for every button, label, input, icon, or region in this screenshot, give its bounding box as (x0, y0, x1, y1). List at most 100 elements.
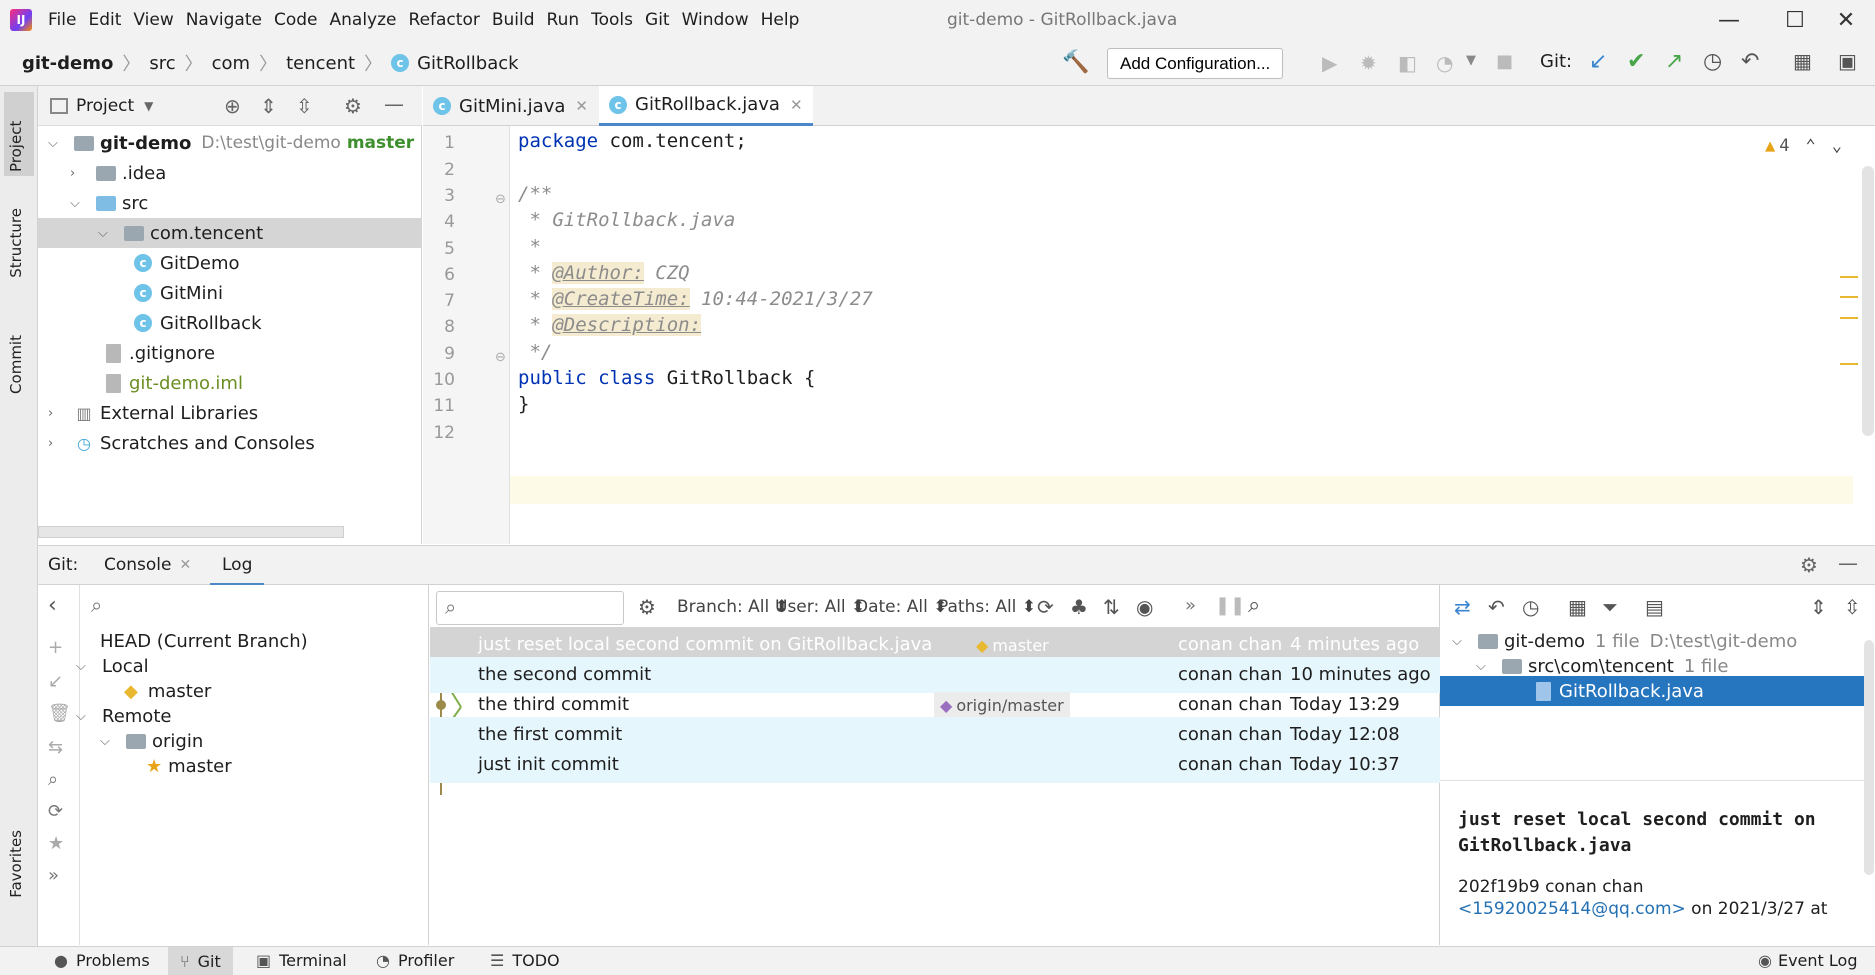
chevron-down-icon[interactable]: ⌵ (48, 136, 62, 151)
tool-tab-favorites[interactable]: Favorites (4, 826, 28, 902)
rollback-icon[interactable]: ↶ (1488, 595, 1505, 619)
git-push-icon[interactable]: ↗ (1665, 49, 1683, 74)
commit-row[interactable]: just init commit conan chan Today 10:37 (430, 747, 1440, 783)
project-view-selector[interactable]: Project (76, 96, 134, 116)
log-search-input[interactable]: ⌕ (436, 591, 624, 625)
tab-gitmini[interactable]: c GitMini.java ✕ (423, 86, 598, 126)
filter-date[interactable]: Date: All ⬍ (855, 597, 948, 617)
add-icon[interactable]: + (48, 637, 63, 658)
git-rollback-icon[interactable]: ↶ (1741, 49, 1759, 74)
maximize-icon[interactable]: ☐ (1766, 0, 1824, 40)
collapse-all-icon[interactable]: ⇳ (1844, 595, 1861, 619)
tab-gitrollback[interactable]: c GitRollback.java ✕ (599, 86, 813, 126)
commit-author-email[interactable]: <15920025414@qq.com> (1458, 899, 1686, 919)
horizontal-scrollbar[interactable] (38, 526, 344, 538)
more-icon[interactable]: » (48, 865, 59, 886)
changed-file[interactable]: GitRollback.java (1440, 676, 1865, 706)
status-event-log[interactable]: ◉ Event Log (1758, 951, 1857, 970)
diff-icon[interactable]: ⇄ (1454, 595, 1471, 619)
fold-icon[interactable]: ⊖ (495, 192, 506, 207)
menu-file[interactable]: File (48, 10, 76, 30)
project-structure-icon[interactable]: ▦ (1793, 49, 1812, 73)
run-dropdown-icon[interactable]: ▼ (1466, 53, 1476, 68)
chevron-up-icon[interactable]: ⌃ (1806, 136, 1816, 156)
menu-git[interactable]: Git (645, 10, 670, 30)
status-terminal[interactable]: ▣ Terminal (256, 951, 347, 970)
search-icon[interactable]: ⌕ (1248, 593, 1260, 618)
status-profiler[interactable]: ◔ Profiler (376, 951, 454, 970)
stop-icon[interactable]: ■ (1496, 51, 1513, 72)
expand-all-icon[interactable]: ⇕ (1810, 595, 1827, 619)
filter-user[interactable]: User: All ⬍ (775, 597, 865, 617)
chevron-down-icon[interactable]: ⌵ (76, 659, 90, 674)
more-icon[interactable]: » (1185, 595, 1196, 616)
chevron-down-icon[interactable]: ⌵ (100, 734, 114, 749)
chevron-right-icon[interactable]: › (48, 406, 62, 421)
code-editor[interactable]: package com.tencent; /** * GitRollback.j… (510, 126, 1874, 544)
expand-all-icon[interactable]: ⇕ (260, 94, 277, 118)
git-update-icon[interactable]: ↙ (1589, 49, 1607, 74)
gear-icon[interactable]: ⚙ (344, 94, 362, 118)
git-history-icon[interactable]: ◷ (1703, 49, 1722, 74)
chevron-right-icon[interactable]: › (70, 166, 84, 181)
error-stripe-mark[interactable] (1840, 317, 1858, 319)
error-stripe-mark[interactable] (1840, 296, 1858, 298)
tree-item-idea[interactable]: › .idea (70, 158, 166, 188)
branch-search-input[interactable]: ⌕ (81, 589, 427, 623)
close-tab-icon[interactable]: ✕ (790, 96, 803, 114)
close-tab-icon[interactable]: ✕ (575, 97, 588, 115)
error-stripe-mark[interactable] (1840, 363, 1858, 365)
chevron-left-icon[interactable]: ‹ (48, 593, 57, 618)
debug-icon[interactable]: ✹ (1360, 51, 1377, 75)
terminal-toolbar-icon[interactable]: ▣ (1838, 49, 1857, 73)
close-tab-icon[interactable]: ✕ (180, 557, 192, 573)
chevron-down-icon[interactable]: ▼ (144, 99, 153, 113)
git-commit-icon[interactable]: ✔ (1627, 49, 1645, 74)
error-stripe-mark[interactable] (1840, 276, 1858, 278)
breadcrumb-tencent[interactable]: tencent (286, 53, 355, 74)
tree-root[interactable]: ⌵ git-demo D:\test\git-demo master (48, 128, 414, 158)
gear-icon[interactable]: ⚙ (638, 595, 656, 619)
status-todo[interactable]: ☰ TODO (490, 951, 560, 970)
tool-tab-project[interactable]: Project (4, 92, 34, 176)
breadcrumb-com[interactable]: com (212, 53, 250, 74)
gear-icon[interactable]: ⚙ (1800, 553, 1818, 577)
add-configuration-button[interactable]: Add Configuration... (1107, 48, 1284, 79)
delete-icon[interactable]: 🗑 (48, 703, 71, 724)
warnings-indicator[interactable]: ▲ 4 ⌃ ⌄ (1765, 136, 1842, 156)
star-icon[interactable]: ★ (48, 833, 64, 854)
filter-paths[interactable]: Paths: All ⬍ (938, 597, 1036, 617)
group-by-icon[interactable]: ▦ (1568, 595, 1587, 619)
tree-item-iml[interactable]: git-demo.iml (106, 368, 243, 398)
locate-icon[interactable]: ⊕ (224, 94, 241, 118)
chevron-down-icon[interactable]: ⌵ (70, 196, 84, 211)
menu-run[interactable]: Run (547, 10, 580, 30)
tree-item-scratches[interactable]: › ◷ Scratches and Consoles (48, 428, 315, 458)
breadcrumb-src[interactable]: src (149, 53, 175, 74)
breadcrumb-project[interactable]: git-demo (22, 53, 113, 74)
search-icon[interactable]: ⌕ (48, 769, 58, 790)
chevron-down-icon[interactable]: ⌵ (76, 709, 90, 724)
status-problems[interactable]: ● Problems (54, 951, 150, 970)
filter-icon[interactable]: ⏷ (1602, 595, 1618, 619)
chevron-down-icon[interactable]: ⌵ (1476, 659, 1490, 674)
eye-icon[interactable]: ◉ (1136, 595, 1153, 619)
update-branch-icon[interactable]: ↙ (48, 671, 63, 692)
branch-remote-master[interactable]: ★ master (146, 751, 232, 781)
menu-refactor[interactable]: Refactor (409, 10, 480, 30)
breadcrumb-class[interactable]: GitRollback (417, 53, 519, 74)
menu-view[interactable]: View (133, 10, 173, 30)
pause-icon[interactable]: ❚❚ (1215, 595, 1245, 616)
close-window-icon[interactable]: ✕ (1817, 0, 1875, 40)
tab-console[interactable]: Console ✕ (104, 555, 191, 575)
refresh-icon[interactable]: ⟳ (48, 801, 63, 822)
tool-tab-commit[interactable]: Commit (4, 331, 28, 398)
tab-log[interactable]: Log (210, 555, 265, 586)
tree-item-external-libraries[interactable]: › ▥ External Libraries (48, 398, 258, 428)
sort-icon[interactable]: ⇅ (1103, 595, 1120, 619)
tree-item-package[interactable]: ⌵ com.tencent (38, 218, 422, 248)
menu-window[interactable]: Window (682, 10, 749, 30)
tree-item-gitdemo[interactable]: c GitDemo (134, 248, 240, 278)
filter-branch[interactable]: Branch: All ⬍ (677, 597, 789, 617)
hide-panel-icon[interactable]: — (1838, 551, 1858, 575)
